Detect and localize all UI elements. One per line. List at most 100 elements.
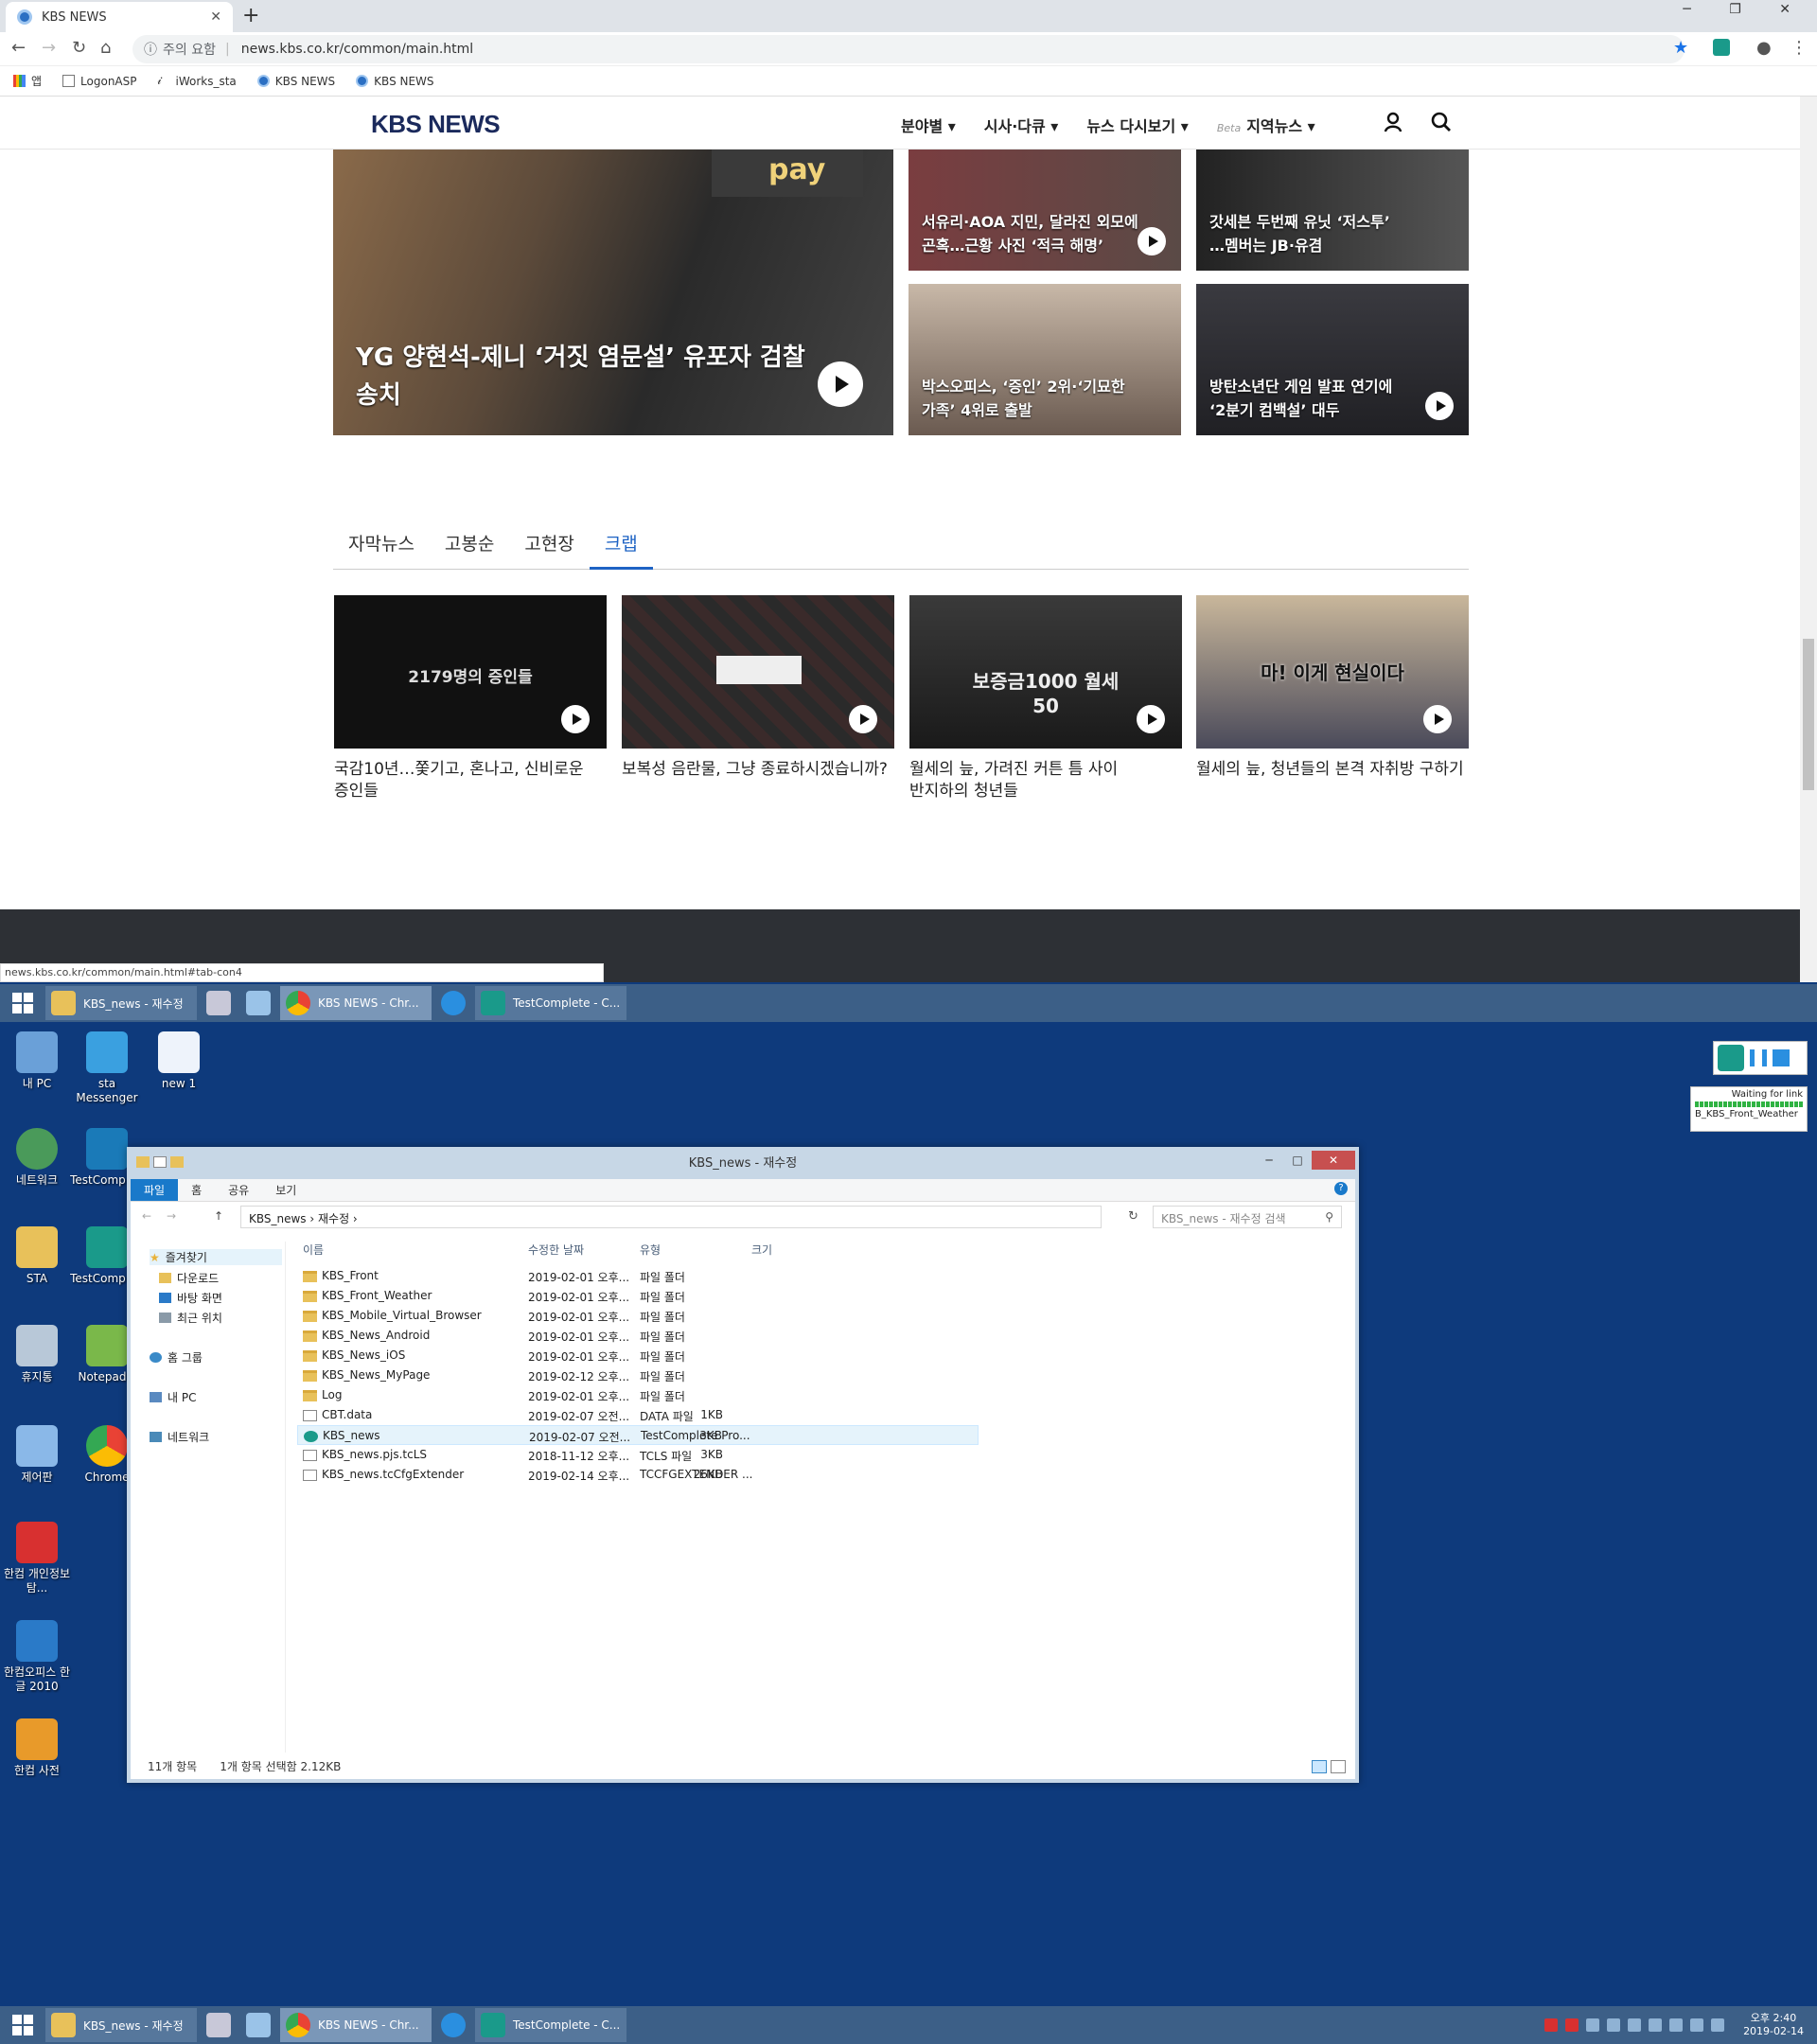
home-icon[interactable]: ⌂ [100,38,111,58]
tray-app-icon[interactable] [1544,2018,1559,2032]
start-button[interactable] [0,984,45,1022]
stop-icon[interactable] [1773,1049,1790,1066]
desktop-icon-recyclebin[interactable]: 휴지통 [0,1325,74,1384]
bookmark-iworks[interactable]: 𝒾 iWorks_sta [158,75,237,88]
taskbar-pin-ie[interactable] [435,986,471,1020]
reload-icon[interactable]: ↻ [72,38,86,58]
video-thumbnail[interactable]: 보증금1000 월세50 [909,595,1182,749]
video-thumbnail[interactable]: 마! 이게 현실이다 [1196,595,1469,749]
maximize-icon[interactable]: □ [1283,1151,1312,1170]
back-icon[interactable]: ← [142,1209,151,1223]
play-icon[interactable] [1137,705,1165,733]
keyboard-icon[interactable] [1649,2018,1663,2032]
properties-icon[interactable] [153,1156,167,1168]
file-row[interactable]: KBS_Front_Weather 2019-02-01 오후... 파일 폴더 [297,1286,979,1306]
tab-gobongsun[interactable]: 고봉순 [430,522,509,570]
desktop-icon-control-panel[interactable]: 제어판 [0,1425,74,1485]
up-icon[interactable]: ↑ [214,1209,223,1223]
browser-tab[interactable]: KBS NEWS ✕ [6,2,233,32]
search-icon[interactable] [1431,112,1452,132]
play-icon[interactable] [561,705,590,733]
side-news-card[interactable]: 서유리·AOA 지민, 달라진 외모에 곤혹…근황 사진 ‘적극 해명’ [908,150,1181,271]
file-row[interactable]: KBS_news.tcCfgExtender 2019-02-14 오후... TC… [297,1465,979,1485]
video-thumbnail[interactable]: 2179명의 증인들 [334,595,607,749]
action-center-icon[interactable] [1711,2018,1725,2032]
side-news-card[interactable]: 박스오피스, ‘증인’ 2위·‘기묘한 가족’ 4위로 출발 [908,284,1181,435]
explorer-search-input[interactable]: KBS_news - 재수정 검색 ⚲ [1153,1206,1342,1228]
desktop-icon-network[interactable]: 네트워크 [0,1128,74,1188]
refresh-icon[interactable]: ↻ [1128,1209,1138,1224]
nav-network[interactable]: 네트워크 [150,1429,209,1445]
desktop-icon-messenger[interactable]: sta Messenger [70,1031,144,1105]
testcomplete-icon[interactable] [1718,1045,1744,1071]
file-row[interactable]: KBS_News_Android 2019-02-01 오후... 파일 폴더 [297,1326,979,1346]
file-row[interactable]: KBS_Front 2019-02-01 오후... 파일 폴더 [297,1266,979,1286]
window-controls[interactable]: ─ ❐ ✕ [1683,2,1808,17]
ribbon-tab-file[interactable]: 파일 [131,1179,179,1201]
minimize-icon[interactable]: ─ [1255,1151,1283,1170]
play-icon[interactable] [849,705,877,733]
file-row[interactable]: KBS_Mobile_Virtual_Browser 2019-02-01 오후.… [297,1306,979,1326]
play-icon[interactable] [1423,705,1452,733]
tab-crab[interactable]: 크랩 [589,522,653,570]
file-row[interactable]: CBT.data 2019-02-07 오전... DATA 파일 1KB [297,1405,979,1425]
details-view-icon[interactable] [1312,1760,1327,1773]
nav-category[interactable]: 분야별 ▾ [901,114,956,136]
nav-recent[interactable]: 최근 위치 [159,1310,222,1326]
help-icon[interactable]: ? [1334,1182,1348,1195]
bluetooth-icon[interactable] [1586,2018,1600,2032]
large-icons-view-icon[interactable] [1331,1760,1346,1773]
back-icon[interactable]: ← [11,38,26,58]
profile-icon[interactable]: ● [1756,38,1772,58]
clock[interactable]: 오후 2:40 2019-02-14 [1743,2012,1804,2038]
tab-close-icon[interactable]: ✕ [210,9,221,25]
taskbar-pin-ie[interactable] [435,2008,471,2042]
column-name[interactable]: 이름 [303,1242,324,1258]
user-icon[interactable] [1384,112,1402,132]
bookmark-star-icon[interactable]: ★ [1673,38,1688,58]
start-button[interactable] [0,2006,45,2044]
tab-subtitle-news[interactable]: 자막뉴스 [333,522,430,570]
new-tab-button[interactable]: + [242,4,259,27]
file-row[interactable]: KBS_News_MyPage 2019-02-12 오후... 파일 폴더 [297,1366,979,1385]
column-size[interactable]: 크기 [751,1242,772,1258]
volume-icon[interactable] [1690,2018,1704,2032]
nav-homegroup[interactable]: 홈 그룹 [150,1349,203,1366]
taskbar-pin-notes[interactable] [240,2008,276,2042]
close-icon[interactable]: ✕ [1312,1151,1355,1170]
ribbon-tab-share[interactable]: 공유 [215,1179,262,1201]
taskbar-testcomplete[interactable]: TestComplete - C... [475,986,626,1020]
desktop-icon-hancom-dict[interactable]: 한컴 사전 [0,1718,74,1778]
page-scrollbar[interactable] [1800,97,1817,982]
taskbar-explorer[interactable]: KBS_news - 재수정 [45,2008,197,2042]
video-caption[interactable]: 월세의 늪, 가려진 커튼 틈 사이 반지하의 청년들 [909,759,1184,802]
file-row[interactable]: Log 2019-02-01 오후... 파일 폴더 [297,1385,979,1405]
pause-icon[interactable] [1750,1049,1767,1066]
forward-icon[interactable]: → [167,1209,176,1223]
nav-downloads[interactable]: 다운로드 [159,1270,219,1286]
file-row[interactable]: KBS_news.pjs.tcLS 2018-11-12 오후... TCLS 파일… [297,1445,979,1465]
video-caption[interactable]: 보복성 음란물, 그냥 종료하시겠습니까? [622,759,906,781]
explorer-titlebar[interactable]: KBS_news - 재수정 ─ □ ✕ [131,1151,1355,1179]
side-news-card[interactable]: 갓세븐 두번째 유닛 ‘저스투’ …멤버는 JB·유겸 [1196,150,1469,271]
side-news-card[interactable]: 방탄소년단 게임 발표 연기에 ‘2분기 컴백설’ 대두 [1196,284,1469,435]
bookmark-kbs-2[interactable]: KBS NEWS [356,75,434,88]
taskbar-chrome[interactable]: KBS NEWS - Chr... [280,2008,432,2042]
menu-icon[interactable]: ⋮ [1791,38,1808,58]
taskbar-explorer[interactable]: KBS_news - 재수정 [45,986,197,1020]
video-caption[interactable]: 국감10년…쫓기고, 혼나고, 신비로운 증인들 [334,759,609,802]
ribbon-tab-view[interactable]: 보기 [262,1179,309,1201]
taskbar-chrome[interactable]: KBS NEWS - Chr... [280,986,432,1020]
desktop-icon-new1[interactable]: new 1 [142,1031,216,1091]
nav-favorites[interactable]: ★ 즐겨찾기 [150,1249,282,1265]
tray-app-icon[interactable] [1565,2018,1579,2032]
desktop-icon-sta[interactable]: STA [0,1226,74,1286]
ribbon-tab-home[interactable]: 홈 [178,1179,215,1201]
address-bar[interactable]: ⓘ 주의 요함 | news.kbs.co.kr/common/main.htm… [132,35,1685,63]
new-folder-icon[interactable] [170,1156,184,1168]
folder-icon[interactable] [136,1156,150,1168]
file-row[interactable]: KBS_news 2019-02-07 오전... TestComplete Pro… [297,1425,979,1445]
taskbar-pin-messenger[interactable] [201,986,237,1020]
video-thumbnail[interactable] [622,595,894,749]
main-news-card[interactable]: pay YG 양현석-제니 ‘거짓 염문설’ 유포자 검찰 송치 [333,150,893,435]
